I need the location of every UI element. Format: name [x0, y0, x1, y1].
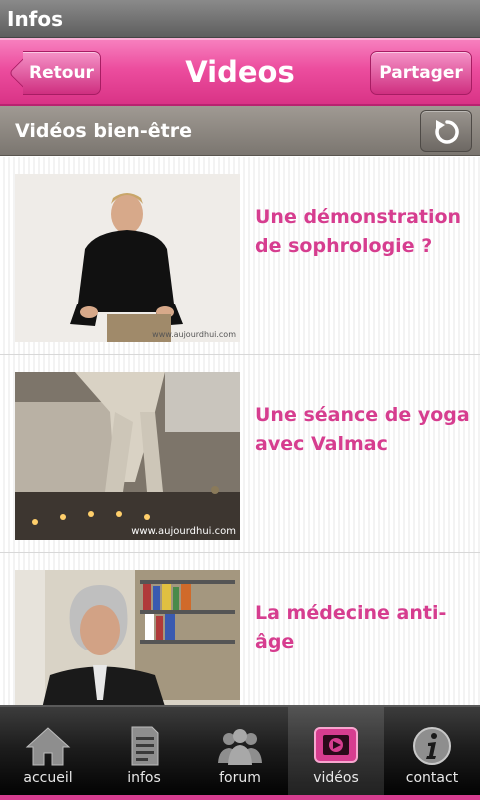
video-title[interactable]: Une démonstration de sophrologie ? — [255, 203, 470, 261]
video-list[interactable]: www.aujourdhui.com Une démonstration de … — [0, 157, 480, 705]
app-title-bar: Infos — [0, 0, 480, 38]
back-button[interactable]: Retour — [23, 51, 101, 95]
tab-bar: accueil infos forum vidéos contact — [0, 705, 480, 800]
section-title: Vidéos bien-être — [15, 120, 192, 142]
tab-label: contact — [405, 770, 459, 786]
tab-label: infos — [127, 770, 161, 786]
tab-forum[interactable]: forum — [192, 707, 288, 795]
list-item[interactable]: www.aujourdhui.com Une séance de yoga av… — [0, 355, 480, 553]
tab-videos[interactable]: vidéos — [288, 707, 384, 795]
thumbnail-watermark: www.aujourdhui.com — [152, 330, 236, 339]
refresh-icon — [435, 120, 459, 144]
tab-infos[interactable]: infos — [96, 707, 192, 795]
tab-bar-accent — [0, 795, 480, 800]
video-thumbnail[interactable]: www.aujourdhui.com — [15, 174, 240, 342]
home-icon — [25, 727, 71, 766]
tab-accueil[interactable]: accueil — [0, 707, 96, 795]
tab-contact[interactable]: contact — [384, 707, 480, 795]
tab-label: vidéos — [313, 770, 359, 786]
header-bar: Videos Retour Partager — [0, 38, 480, 106]
list-item[interactable]: La médecine anti-âge — [0, 553, 480, 705]
share-button[interactable]: Partager — [370, 51, 472, 95]
tab-label: accueil — [23, 770, 73, 786]
refresh-button[interactable] — [420, 110, 472, 152]
tab-label: forum — [219, 770, 261, 786]
document-icon — [131, 726, 159, 766]
video-thumbnail[interactable] — [15, 570, 240, 705]
thumbnail-watermark: www.aujourdhui.com — [131, 526, 236, 537]
list-item[interactable]: www.aujourdhui.com Une démonstration de … — [0, 157, 480, 355]
app-title: Infos — [7, 7, 64, 31]
section-bar: Vidéos bien-être — [0, 106, 480, 156]
people-icon — [218, 729, 262, 765]
video-title[interactable]: La médecine anti-âge — [255, 599, 470, 657]
video-thumbnail[interactable]: www.aujourdhui.com — [15, 372, 240, 540]
video-icon — [314, 727, 358, 763]
video-title[interactable]: Une séance de yoga avec Valmac — [255, 401, 470, 459]
info-icon — [413, 727, 451, 765]
